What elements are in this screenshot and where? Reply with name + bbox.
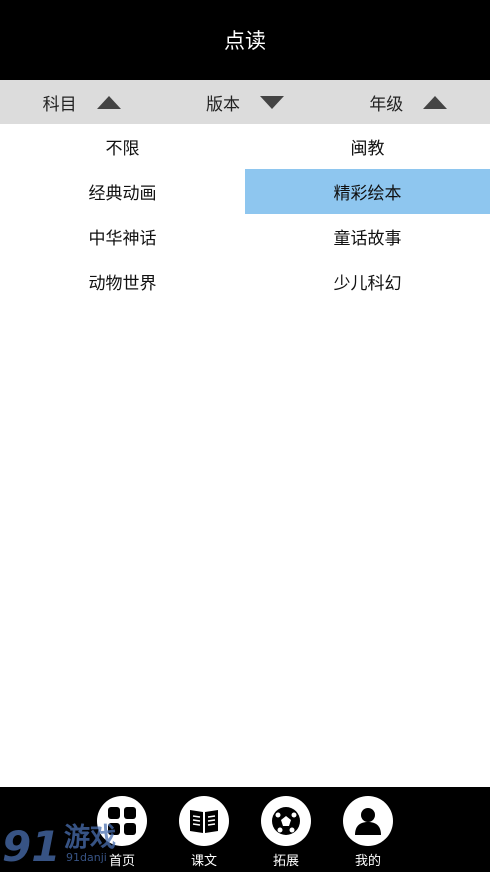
tab-lessons[interactable]: 课文 bbox=[174, 796, 234, 872]
option-item[interactable]: 童话故事 bbox=[245, 214, 490, 259]
tab-home[interactable]: 首页 bbox=[92, 796, 152, 872]
tab-mine-label: 我的 bbox=[354, 854, 381, 869]
option-item[interactable]: 动物世界 bbox=[0, 259, 245, 304]
option-item[interactable]: 经典动画 bbox=[0, 169, 245, 214]
filter-bar: 科目 版本 年级 bbox=[0, 80, 490, 124]
header-bar: 点读 bbox=[0, 0, 490, 80]
arrow-up-icon bbox=[96, 95, 121, 109]
tab-extend[interactable]: 拓展 bbox=[256, 796, 316, 872]
tab-mine[interactable]: 我的 bbox=[338, 796, 398, 872]
filter-subject[interactable]: 科目 bbox=[0, 80, 163, 124]
filter-subject-label: 科目 bbox=[42, 94, 77, 115]
option-item-selected[interactable]: 精彩绘本 bbox=[245, 169, 490, 214]
bottom-tab-bar: 首页 课文 拓展 我的 bbox=[0, 787, 490, 872]
tab-extend-label: 拓展 bbox=[272, 854, 299, 869]
option-item[interactable]: 闽教 bbox=[245, 124, 490, 169]
arrow-up-icon bbox=[423, 95, 448, 109]
filter-grade-label: 年级 bbox=[369, 94, 404, 115]
grid-icon bbox=[97, 796, 147, 846]
ball-icon bbox=[261, 796, 311, 846]
option-item[interactable]: 不限 bbox=[0, 124, 245, 169]
page-title: 点读 bbox=[224, 29, 266, 53]
filter-edition-label: 版本 bbox=[205, 94, 240, 115]
filter-edition[interactable]: 版本 bbox=[163, 80, 326, 124]
filter-grade[interactable]: 年级 bbox=[327, 80, 490, 124]
tab-home-label: 首页 bbox=[108, 854, 135, 869]
option-item[interactable]: 少儿科幻 bbox=[245, 259, 490, 304]
tab-lessons-label: 课文 bbox=[190, 854, 217, 869]
arrow-down-icon bbox=[259, 95, 284, 109]
option-item[interactable]: 中华神话 bbox=[0, 214, 245, 259]
option-grid: 不限 闽教 经典动画 精彩绘本 中华神话 童话故事 动物世界 少儿科幻 bbox=[0, 124, 490, 304]
book-icon bbox=[179, 796, 229, 846]
user-icon bbox=[343, 796, 393, 846]
